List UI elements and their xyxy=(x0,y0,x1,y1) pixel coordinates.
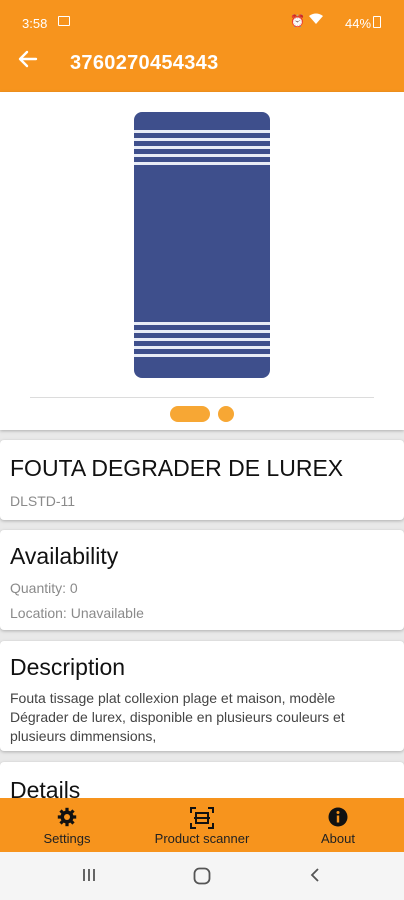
product-image xyxy=(134,112,270,378)
nav-product-scanner[interactable]: Product scanner xyxy=(142,798,262,852)
battery-percent: 44% xyxy=(345,16,372,31)
nav-settings[interactable]: Settings xyxy=(20,798,114,852)
nav-settings-label: Settings xyxy=(43,831,91,846)
wifi-icon xyxy=(308,13,324,28)
gallery-notification-icon xyxy=(58,16,70,26)
status-time: 3:58 xyxy=(22,16,48,31)
carousel-divider xyxy=(30,397,374,398)
page-title: 3760270454343 xyxy=(70,52,219,74)
bottom-navigation: Settings Product scanner About xyxy=(0,798,404,852)
recent-apps-icon[interactable] xyxy=(80,866,98,889)
gear-icon xyxy=(57,807,77,832)
app-bar: 3760270454343 xyxy=(0,36,404,92)
nav-about[interactable]: About xyxy=(296,798,380,852)
availability-location: Location: Unavailable xyxy=(10,605,144,621)
product-image-carousel[interactable] xyxy=(0,92,404,430)
description-heading: Description xyxy=(10,654,126,680)
product-name: FOUTA DEGRADER DE LUREX xyxy=(10,455,344,481)
product-sku: DLSTD-11 xyxy=(10,493,76,509)
carousel-indicator[interactable] xyxy=(218,406,234,422)
alarm-icon: ⏰ xyxy=(290,14,305,28)
nav-scanner-label: Product scanner xyxy=(154,831,250,846)
nav-about-label: About xyxy=(321,831,355,846)
availability-heading: Availability xyxy=(10,543,119,569)
system-navigation-bar xyxy=(0,852,404,900)
scanner-icon xyxy=(190,807,214,834)
availability-card: Availability Quantity: 0 Location: Unava… xyxy=(0,530,404,630)
description-card: Description Fouta tissage plat collexion… xyxy=(0,641,404,751)
battery-icon xyxy=(373,16,381,28)
availability-quantity: Quantity: 0 xyxy=(10,580,78,596)
info-icon xyxy=(328,807,348,832)
home-icon[interactable] xyxy=(192,866,212,891)
back-arrow-icon[interactable] xyxy=(14,48,42,76)
description-text: Fouta tissage plat collexion plage et ma… xyxy=(10,690,345,744)
carousel-indicator-active[interactable] xyxy=(170,406,210,422)
back-nav-icon[interactable] xyxy=(306,866,324,889)
product-info-card: FOUTA DEGRADER DE LUREX DLSTD-11 xyxy=(0,440,404,520)
status-bar: 3:58 ⏰ 44% xyxy=(0,0,404,36)
